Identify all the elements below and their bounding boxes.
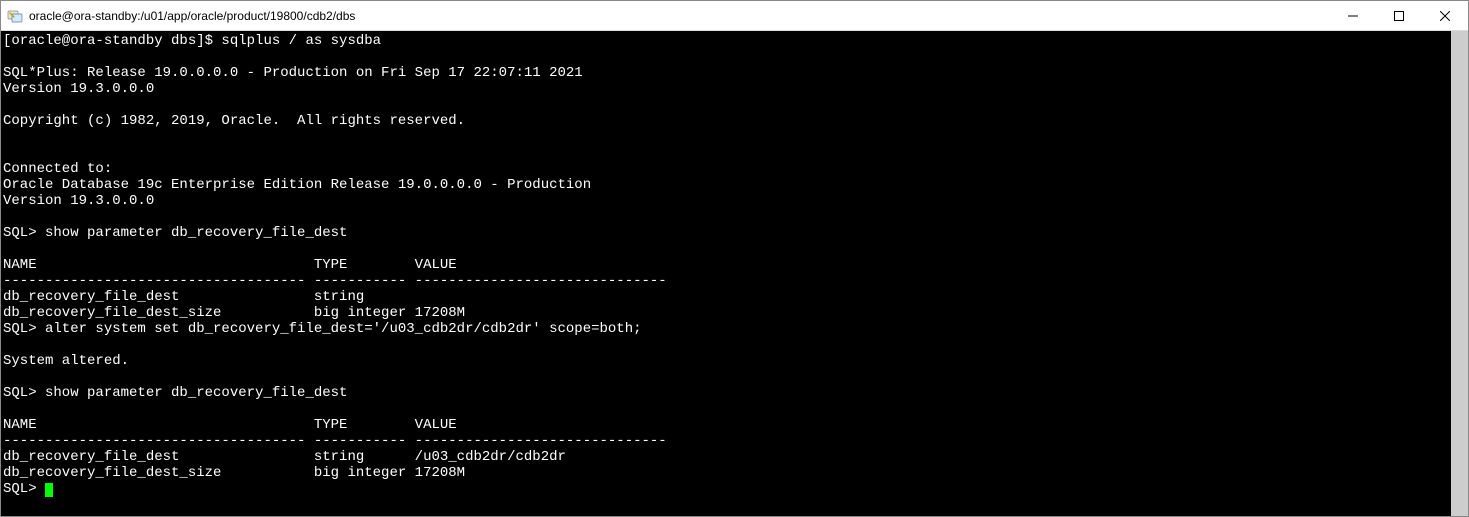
terminal-line: SQL> show parameter db_recovery_file_des…	[3, 385, 1451, 401]
terminal-line: Version 19.3.0.0.0	[3, 193, 1451, 209]
app-window: oracle@ora-standby:/u01/app/oracle/produ…	[0, 0, 1469, 517]
terminal-line	[3, 97, 1451, 113]
terminal[interactable]: [oracle@ora-standby dbs]$ sqlplus / as s…	[1, 31, 1451, 516]
terminal-line: db_recovery_file_dest string /u03_cdb2dr…	[3, 449, 1451, 465]
terminal-line: Oracle Database 19c Enterprise Edition R…	[3, 177, 1451, 193]
terminal-line	[3, 241, 1451, 257]
terminal-line: [oracle@ora-standby dbs]$ sqlplus / as s…	[3, 33, 1451, 49]
terminal-line: Version 19.3.0.0.0	[3, 81, 1451, 97]
terminal-line	[3, 369, 1451, 385]
terminal-line: NAME TYPE VALUE	[3, 257, 1451, 273]
titlebar[interactable]: oracle@ora-standby:/u01/app/oracle/produ…	[1, 1, 1468, 31]
terminal-wrap: [oracle@ora-standby dbs]$ sqlplus / as s…	[1, 31, 1468, 516]
terminal-line	[3, 129, 1451, 145]
terminal-line: db_recovery_file_dest_size big integer 1…	[3, 465, 1451, 481]
minimize-button[interactable]	[1330, 1, 1376, 30]
terminal-line: SQL*Plus: Release 19.0.0.0.0 - Productio…	[3, 65, 1451, 81]
close-button[interactable]	[1422, 1, 1468, 30]
terminal-line: SQL> alter system set db_recovery_file_d…	[3, 321, 1451, 337]
terminal-line	[3, 145, 1451, 161]
terminal-line	[3, 49, 1451, 65]
terminal-line: SQL> show parameter db_recovery_file_des…	[3, 225, 1451, 241]
scrollbar-thumb[interactable]	[1451, 31, 1468, 516]
terminal-line: Connected to:	[3, 161, 1451, 177]
app-icon	[7, 8, 23, 24]
terminal-line: db_recovery_file_dest string	[3, 289, 1451, 305]
terminal-line: ------------------------------------ ---…	[3, 433, 1451, 449]
terminal-line	[3, 337, 1451, 353]
vertical-scrollbar[interactable]	[1451, 31, 1468, 516]
terminal-line	[3, 401, 1451, 417]
terminal-line: System altered.	[3, 353, 1451, 369]
window-controls	[1330, 1, 1468, 30]
cursor-icon	[45, 483, 53, 497]
terminal-line: ------------------------------------ ---…	[3, 273, 1451, 289]
terminal-line: Copyright (c) 1982, 2019, Oracle. All ri…	[3, 113, 1451, 129]
window-title: oracle@ora-standby:/u01/app/oracle/produ…	[29, 9, 1330, 23]
prompt-text: SQL>	[3, 481, 45, 497]
terminal-prompt-line[interactable]: SQL>	[3, 481, 1451, 497]
terminal-line: db_recovery_file_dest_size big integer 1…	[3, 305, 1451, 321]
terminal-line: NAME TYPE VALUE	[3, 417, 1451, 433]
terminal-line	[3, 209, 1451, 225]
maximize-button[interactable]	[1376, 1, 1422, 30]
